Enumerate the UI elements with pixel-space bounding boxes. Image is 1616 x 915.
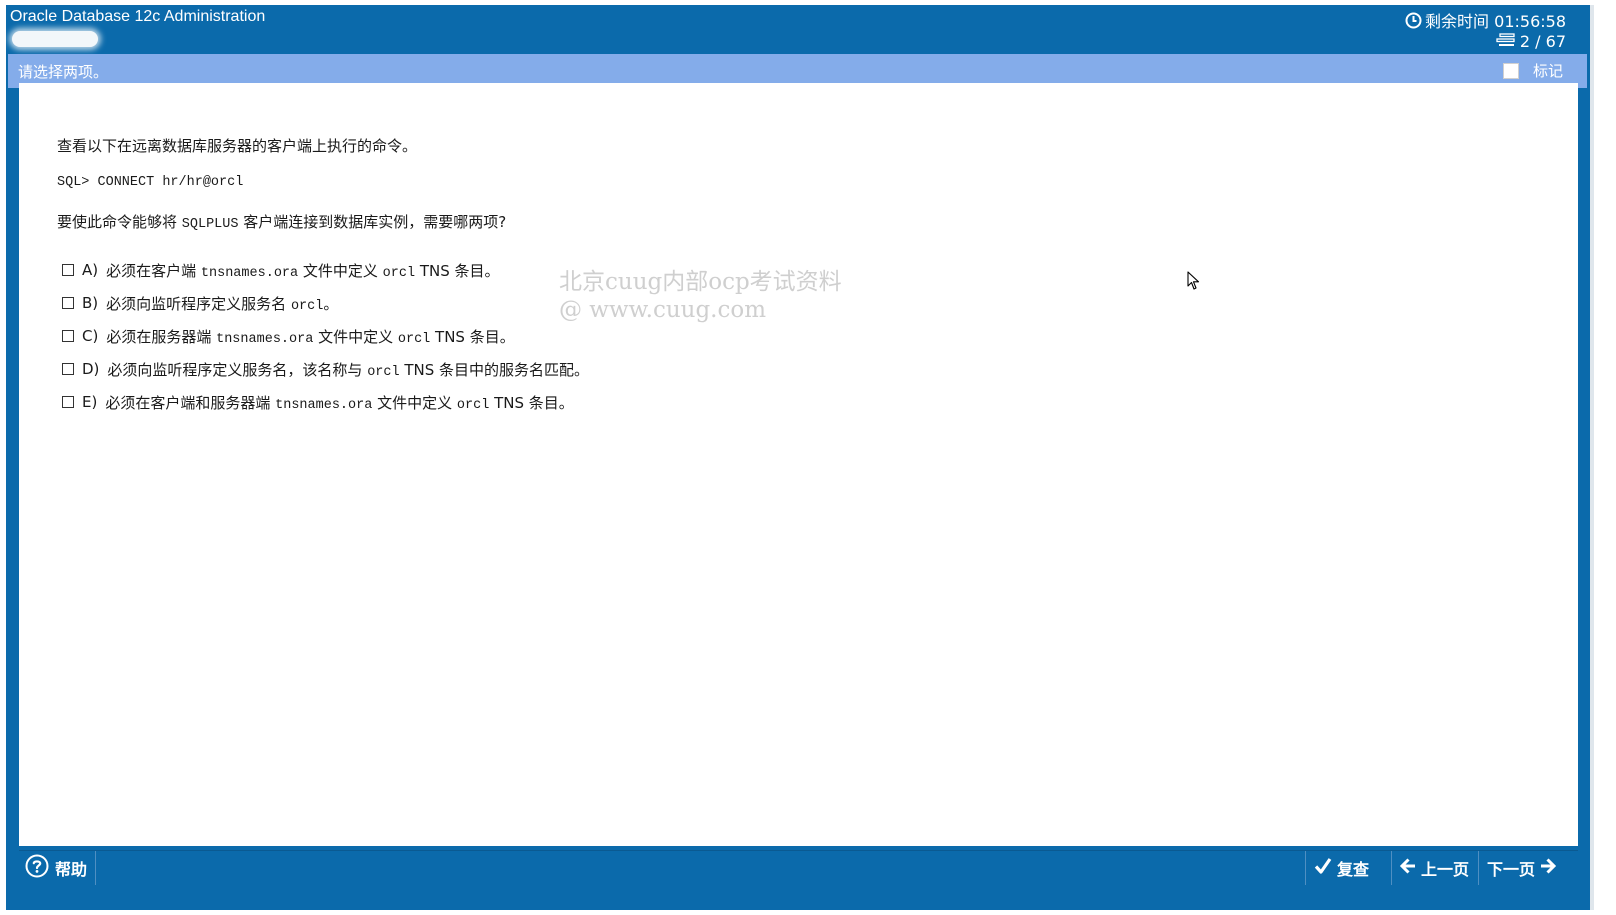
answer-text: 必须向监听程序定义服务名，该名称与 orcl TNS 条目中的服务名匹配。 (107, 359, 589, 380)
answer-text-part: 必须向监听程序定义服务名 (106, 294, 291, 313)
answer-code: tnsnames.ora (275, 397, 373, 413)
arrow-left-icon (1399, 857, 1416, 879)
answer-checkbox[interactable] (62, 396, 74, 408)
answer-code: orcl (290, 298, 324, 314)
answer-checkbox[interactable] (62, 330, 74, 342)
question-prompt-end: 客户端连接到数据库实例，需要哪两项? (238, 213, 507, 231)
answer-letter: B) (82, 294, 99, 312)
answer-text-part: 文件中定义 (313, 327, 398, 346)
answer-code: tnsnames.ora (216, 331, 314, 347)
answer-text-part: TNS 条目中的服务名匹配。 (399, 360, 590, 379)
bottom-toolbar: 帮助 复查 上一页 下一页 (19, 850, 1578, 885)
app-title: Oracle Database 12c Administration (10, 8, 266, 25)
mark-checkbox[interactable] (1502, 62, 1519, 79)
answer-letter: E) (82, 393, 98, 411)
title-bar: Oracle Database 12c Administration 剩余时间 … (6, 5, 1590, 54)
help-button[interactable]: 帮助 (19, 851, 96, 885)
arrow-right-icon (1540, 857, 1557, 879)
mark-toggle[interactable]: 标记 (1502, 60, 1563, 81)
checkmark-icon (1314, 857, 1332, 879)
answer-text: 必须在服务器端 tnsnames.ora 文件中定义 orcl TNS 条目。 (106, 326, 514, 347)
review-button[interactable]: 复查 (1305, 851, 1391, 885)
watermark-line-1: 北京cuug内部ocp考试资料 (559, 269, 842, 295)
redacted-candidate-name (12, 31, 98, 47)
answer-code: orcl (456, 397, 490, 413)
window-edge (1590, 5, 1594, 910)
answer-text-part: 。 (323, 294, 339, 313)
help-label: 帮助 (55, 860, 88, 879)
answer-letter: D) (82, 360, 100, 378)
answer-text-part: TNS 条目。 (430, 327, 515, 346)
previous-page-button[interactable]: 上一页 (1391, 851, 1478, 885)
answer-code: orcl (397, 331, 431, 347)
previous-page-label: 上一页 (1421, 860, 1470, 879)
answer-option[interactable]: C) 必须在服务器端 tnsnames.ora 文件中定义 orcl TNS 条目… (62, 325, 515, 347)
question-intro: 查看以下在远离数据库服务器的客户端上执行的命令。 (57, 137, 418, 155)
mouse-pointer (1187, 271, 1201, 295)
answer-text-part: 文件中定义 (298, 261, 383, 280)
answer-letter: A) (82, 261, 99, 279)
question-counter: 2 / 67 (1496, 32, 1566, 51)
question-prompt-code: SQLPLUS (181, 217, 239, 232)
question-prompt: 要使此命令能够将 SQLPLUS 客户端连接到数据库实例，需要哪两项? (57, 211, 506, 232)
answer-option[interactable]: E) 必须在客户端和服务器端 tnsnames.ora 文件中定义 orcl TN… (62, 391, 574, 413)
answer-code: orcl (367, 364, 400, 380)
watermark: 北京cuug内部ocp考试资料 @ www.cuug.com (559, 268, 842, 324)
answer-option[interactable]: A) 必须在客户端 tnsnames.ora 文件中定义 orcl TNS 条目。 (62, 259, 500, 281)
answer-text-part: TNS 条目。 (489, 393, 574, 412)
sql-command: SQL> CONNECT hr/hr@orcl (57, 175, 244, 190)
clock-icon (1405, 12, 1422, 29)
answer-code: orcl (382, 265, 416, 281)
answer-text-part: 必须向监听程序定义服务名，该名称与 (107, 360, 368, 379)
answer-text-part: 必须在客户端和服务器端 (105, 393, 276, 412)
review-label: 复查 (1337, 860, 1370, 879)
answer-checkbox[interactable] (62, 297, 74, 309)
exam-window: Oracle Database 12c Administration 剩余时间 … (0, 0, 1616, 915)
answer-letter: C) (82, 327, 99, 345)
answer-text-part: 文件中定义 (372, 393, 457, 412)
instruction-text: 请选择两项。 (18, 63, 109, 81)
question-prompt-start: 要使此命令能够将 (57, 213, 182, 231)
mark-label: 标记 (1532, 62, 1563, 80)
answer-text-part: 必须在服务器端 (106, 327, 217, 346)
answer-checkbox[interactable] (62, 264, 74, 276)
next-page-label: 下一页 (1487, 860, 1536, 879)
answer-text: 必须在客户端 tnsnames.ora 文件中定义 orcl TNS 条目。 (106, 260, 499, 281)
next-page-button[interactable]: 下一页 (1478, 851, 1565, 885)
help-icon (25, 854, 49, 882)
answer-option[interactable]: B) 必须向监听程序定义服务名 orcl。 (62, 292, 338, 314)
question-counter-text: 2 / 67 (1519, 32, 1566, 51)
answer-text: 必须向监听程序定义服务名 orcl。 (106, 293, 338, 314)
answer-text: 必须在客户端和服务器端 tnsnames.ora 文件中定义 orcl TNS … (105, 392, 573, 413)
watermark-line-2: @ www.cuug.com (559, 297, 767, 323)
answer-option[interactable]: D) 必须向监听程序定义服务名，该名称与 orcl TNS 条目中的服务名匹配。 (62, 358, 589, 380)
answer-text-part: TNS 条目。 (415, 261, 500, 280)
question-panel: 北京cuug内部ocp考试资料 @ www.cuug.com 查看以下在远离数据… (19, 83, 1578, 846)
time-remaining: 剩余时间 01:56:58 (1405, 8, 1566, 32)
question-list-icon (1496, 32, 1516, 51)
time-remaining-text: 剩余时间 01:56:58 (1425, 12, 1566, 31)
answer-code: tnsnames.ora (200, 265, 299, 281)
answer-text-part: 必须在客户端 (106, 261, 201, 280)
answer-checkbox[interactable] (62, 363, 74, 375)
